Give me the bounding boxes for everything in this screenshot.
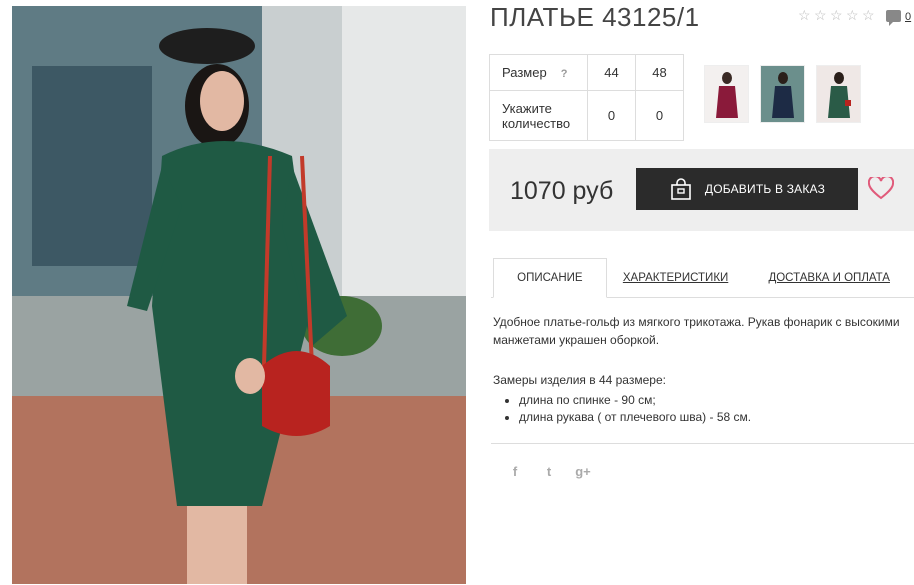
product-title: ПЛАТЬЕ 43125/1 (490, 2, 700, 32)
star-icon[interactable]: ☆ (862, 8, 876, 22)
tab-description[interactable]: ОПИСАНИЕ (493, 258, 607, 298)
description-content: Удобное платье-гольф из мягкого трикотаж… (493, 313, 908, 426)
social-share: f t g+ (505, 464, 593, 479)
product-photo[interactable] (12, 6, 466, 584)
color-thumbnails (704, 65, 861, 123)
tab-characteristics[interactable]: ХАРАКТЕРИСТИКИ (607, 258, 745, 297)
product-tabs: ОПИСАНИЕ ХАРАКТЕРИСТИКИ ДОСТАВКА И ОПЛАТ… (491, 258, 914, 298)
quantity-input-44[interactable]: 0 (587, 90, 636, 141)
comments-count[interactable]: 0 (905, 11, 911, 23)
add-to-order-button[interactable]: ДОБАВИТЬ В ЗАКАЗ (636, 168, 858, 210)
divider (491, 443, 914, 444)
measures-list: длина по спинке - 90 см; длина рукава ( … (519, 392, 908, 426)
shopping-bag-icon (671, 178, 691, 200)
thumbnail-burgundy[interactable] (704, 65, 749, 123)
star-icon[interactable]: ☆ (798, 8, 812, 22)
twitter-icon[interactable]: t (539, 464, 559, 479)
size-label: Размер? (489, 54, 588, 91)
comment-icon (886, 10, 901, 26)
thumbnail-navy[interactable] (760, 65, 805, 123)
comments-link[interactable]: 0 (886, 10, 911, 26)
measure-item: длина по спинке - 90 см; (519, 392, 908, 409)
size-quantity-table: Размер? 44 48 Укажите количество 0 0 (489, 54, 684, 141)
thumbnail-green[interactable] (816, 65, 861, 123)
measures-title: Замеры изделия в 44 размере: (493, 373, 666, 387)
googleplus-icon[interactable]: g+ (573, 464, 593, 479)
star-icon[interactable]: ☆ (846, 8, 860, 22)
star-icon[interactable]: ☆ (830, 8, 844, 22)
buy-panel: 1070 руб ДОБАВИТЬ В ЗАКАЗ (489, 149, 914, 231)
description-text: Удобное платье-гольф из мягкого трикотаж… (493, 315, 900, 347)
size-44: 44 (587, 54, 636, 91)
star-icon[interactable]: ☆ (814, 8, 828, 22)
help-icon[interactable]: ? (561, 68, 568, 80)
quantity-label: Укажите количество (489, 90, 588, 141)
measure-item: длина рукава ( от плечевого шва) - 58 см… (519, 409, 908, 426)
tab-delivery-payment[interactable]: ДОСТАВКА И ОПЛАТА (744, 258, 914, 297)
facebook-icon[interactable]: f (505, 464, 525, 479)
rating-stars[interactable]: ☆ ☆ ☆ ☆ ☆ (798, 8, 876, 22)
quantity-input-48[interactable]: 0 (635, 90, 684, 141)
heart-icon[interactable] (868, 177, 894, 201)
size-48: 48 (635, 54, 684, 91)
price: 1070 руб (510, 177, 614, 205)
